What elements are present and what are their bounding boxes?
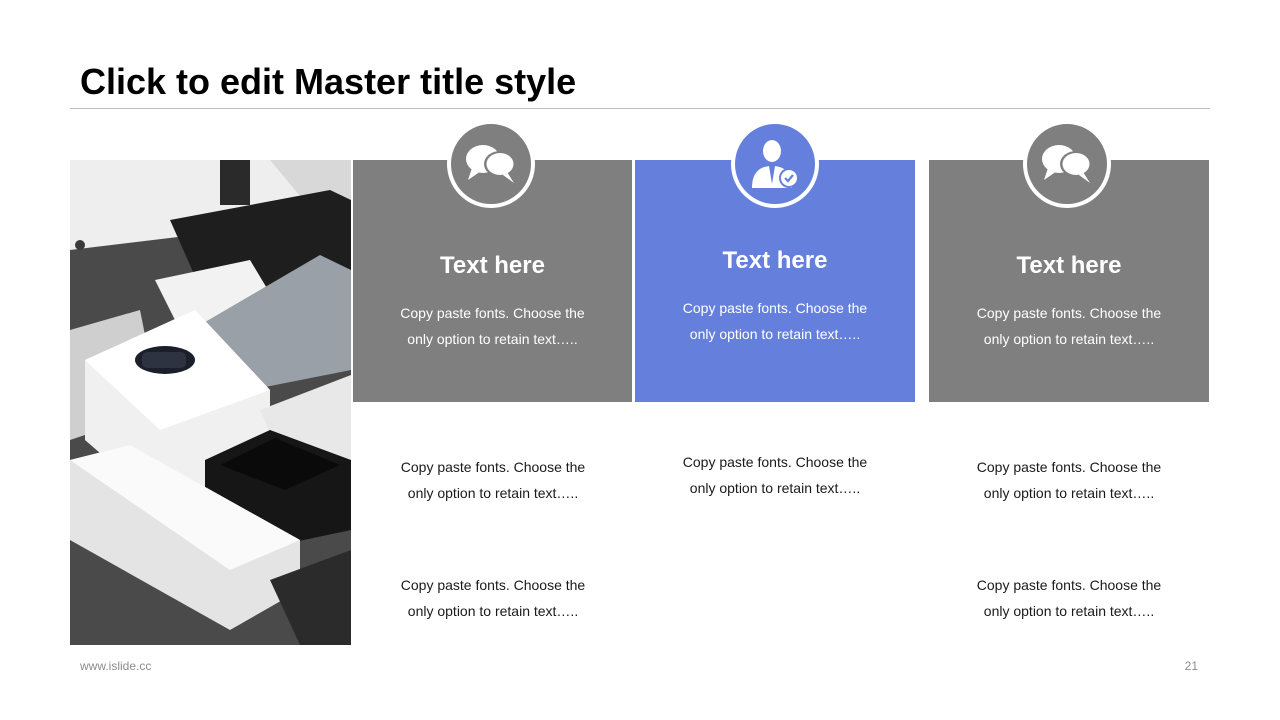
card-3-text: Copy paste fonts. Choose the only option… <box>976 305 1162 347</box>
feature-card-3: Text here Copy paste fonts. Choose the o… <box>929 120 1209 402</box>
card-2-heading: Text here <box>722 247 828 274</box>
footer-url: www.islide.cc <box>80 659 152 673</box>
card-2-badge <box>731 120 819 208</box>
column-3-text-1: Copy paste fonts. Choose the only option… <box>976 459 1162 501</box>
card-3-badge <box>1023 120 1111 208</box>
speech-bubbles-icon <box>1042 145 1092 183</box>
column-1-text-2: Copy paste fonts. Choose the only option… <box>400 577 586 619</box>
card-1-text: Copy paste fonts. Choose the only option… <box>400 305 585 347</box>
column-1-text-1: Copy paste fonts. Choose the only option… <box>400 459 586 501</box>
businessman-check-icon <box>752 140 799 188</box>
speech-bubbles-icon <box>466 145 516 183</box>
card-3-heading: Text here <box>1016 252 1122 279</box>
title-divider <box>70 108 1210 109</box>
card-1-badge <box>447 120 535 208</box>
slide-title: Click to edit Master title style <box>80 61 577 102</box>
card-1-heading: Text here <box>440 252 545 279</box>
card-2-text: Copy paste fonts. Choose the only option… <box>682 300 868 342</box>
column-3-text-2: Copy paste fonts. Choose the only option… <box>976 577 1162 619</box>
feature-card-2: Text here Copy paste fonts. Choose the o… <box>635 120 915 402</box>
product-photo <box>70 160 351 645</box>
page-number: 21 <box>1184 659 1198 673</box>
feature-card-1: Text here Copy paste fonts. Choose the o… <box>353 120 632 402</box>
column-2-text-1: Copy paste fonts. Choose the only option… <box>682 454 868 496</box>
